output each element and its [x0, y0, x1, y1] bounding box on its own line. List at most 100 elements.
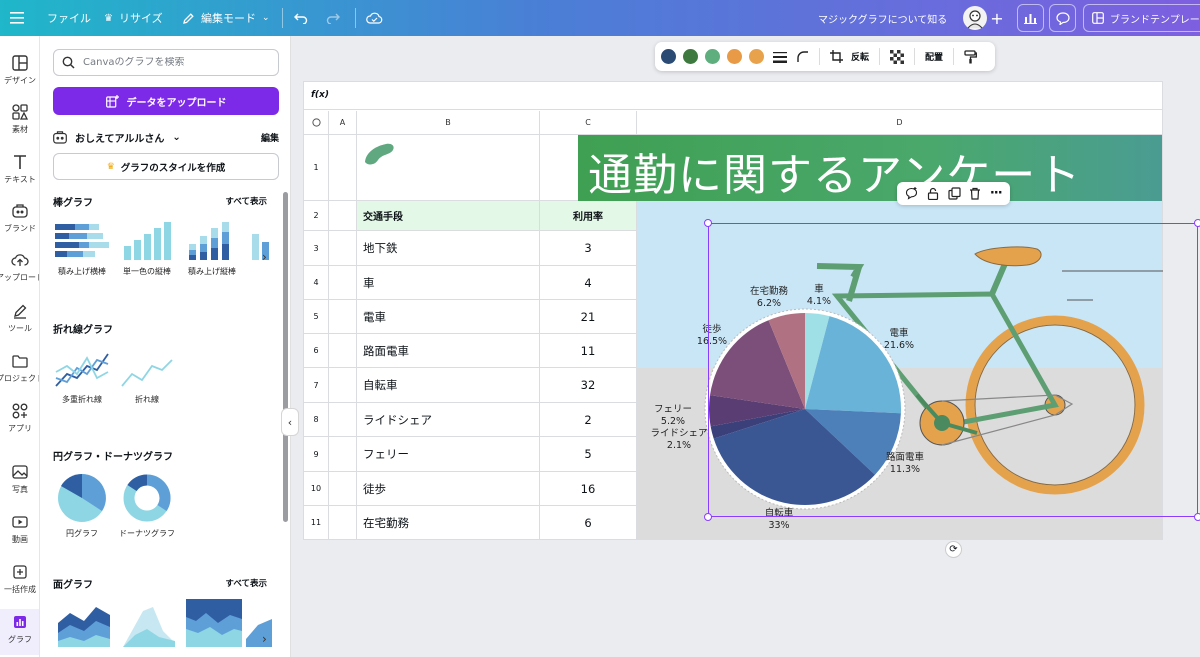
rotate-button[interactable]: ⟳: [945, 541, 962, 558]
panel-scrollbar[interactable]: [283, 192, 288, 522]
line-weight-icon[interactable]: [773, 51, 787, 63]
cell-a[interactable]: [329, 368, 357, 403]
rail-item-bulk-create[interactable]: 一括作成: [0, 559, 39, 605]
more-options-icon[interactable]: ···: [990, 186, 1003, 201]
selection-frame[interactable]: [708, 223, 1198, 517]
arrange-button[interactable]: 配置: [925, 50, 943, 63]
column-header-a[interactable]: A: [329, 111, 357, 135]
formula-bar[interactable]: f(x): [304, 82, 1162, 110]
rail-item-text[interactable]: テキスト: [0, 149, 39, 195]
area-see-all-link[interactable]: すべて表示: [225, 577, 267, 589]
column-header-b[interactable]: B: [357, 111, 540, 135]
brand-template-button[interactable]: ブランドテンプレー: [1083, 4, 1200, 32]
row-header[interactable]: 6: [304, 334, 329, 368]
flip-button[interactable]: 反転: [851, 50, 869, 63]
cell-mode[interactable]: 電車: [357, 300, 540, 334]
cell-mode[interactable]: 地下鉄: [357, 231, 540, 266]
stacked-horizontal-bar-thumb[interactable]: 積み上げ横棒: [51, 220, 113, 277]
cell-a[interactable]: [329, 266, 357, 300]
row-header[interactable]: 9: [304, 437, 329, 472]
header-cell-mode[interactable]: 交通手段: [357, 201, 540, 231]
search-input[interactable]: [83, 57, 273, 68]
header-cell-rate[interactable]: 利用率: [540, 201, 637, 231]
cell-rate[interactable]: 4: [540, 266, 637, 300]
cell-rate[interactable]: 2: [540, 403, 637, 437]
resize-handle[interactable]: [704, 219, 712, 227]
cell-mode[interactable]: フェリー: [357, 437, 540, 472]
trash-icon[interactable]: [969, 187, 981, 200]
add-collaborator-button[interactable]: +: [988, 4, 1006, 32]
rail-item-design[interactable]: デザイン: [0, 50, 39, 96]
single-color-column-thumb[interactable]: 単一色の縦棒: [116, 220, 178, 277]
corner-rounding-icon[interactable]: [797, 50, 809, 63]
cell-rate[interactable]: 32: [540, 368, 637, 403]
cell-a[interactable]: [329, 135, 357, 201]
comment-button[interactable]: [1049, 4, 1076, 32]
cell-a[interactable]: [329, 334, 357, 368]
cell-mode[interactable]: 在宅勤務: [357, 506, 540, 540]
resize-handle[interactable]: [704, 513, 712, 521]
cell-a[interactable]: [329, 437, 357, 472]
edit-mode-menu[interactable]: 編集モード ⌄: [182, 0, 270, 36]
rail-item-elements[interactable]: 素材: [0, 99, 39, 145]
line-thumb[interactable]: 折れ線: [116, 348, 178, 405]
redo-button[interactable]: [326, 0, 340, 36]
resize-handle[interactable]: [1194, 513, 1200, 521]
cell-rate[interactable]: 6: [540, 506, 637, 540]
cell-mode[interactable]: 路面電車: [357, 334, 540, 368]
row-header[interactable]: 1: [304, 135, 329, 201]
cell-rate[interactable]: 3: [540, 231, 637, 266]
color-swatch[interactable]: [683, 49, 698, 64]
cell-mode[interactable]: 車: [357, 266, 540, 300]
title-banner[interactable]: 通勤に関するアンケート: [578, 135, 1162, 201]
search-box[interactable]: [53, 49, 279, 76]
row-header[interactable]: 10: [304, 472, 329, 506]
collapse-panel-button[interactable]: ‹: [281, 408, 299, 436]
cell-rate[interactable]: 16: [540, 472, 637, 506]
row-header[interactable]: 3: [304, 231, 329, 266]
column-header-c[interactable]: C: [540, 111, 637, 135]
chevron-right-icon[interactable]: ›: [262, 632, 267, 646]
cell-a[interactable]: [329, 472, 357, 506]
row-header[interactable]: 2: [304, 201, 329, 231]
chevron-right-icon[interactable]: ›: [262, 250, 267, 264]
cell-a[interactable]: [329, 231, 357, 266]
cell-mode[interactable]: ライドシェア: [357, 403, 540, 437]
column-header-d[interactable]: D: [637, 111, 1162, 135]
row-header[interactable]: 7: [304, 368, 329, 403]
rail-item-photos[interactable]: 写真: [0, 459, 39, 505]
transparency-icon[interactable]: [890, 49, 905, 64]
rail-item-videos[interactable]: 動画: [0, 509, 39, 555]
color-swatch[interactable]: [661, 49, 676, 64]
stacked-column-thumb[interactable]: 積み上げ縦棒: [181, 220, 243, 277]
overlapping-area-thumb[interactable]: [118, 599, 180, 647]
color-swatch[interactable]: [705, 49, 720, 64]
color-swatch[interactable]: [727, 49, 742, 64]
cell-a[interactable]: [329, 403, 357, 437]
more-bar-thumb[interactable]: [248, 220, 272, 262]
chevron-down-icon[interactable]: ⌄: [172, 132, 180, 143]
stacked-area-thumb[interactable]: [53, 599, 115, 647]
rail-item-apps[interactable]: アプリ: [0, 398, 39, 444]
resize-handle[interactable]: [1194, 219, 1200, 227]
rail-item-charts[interactable]: グラフ: [0, 609, 39, 655]
insights-button[interactable]: [1017, 4, 1044, 32]
rail-item-uploads[interactable]: アップロード: [0, 247, 39, 293]
brand-edit-link[interactable]: 編集: [261, 131, 279, 144]
paint-roller-icon[interactable]: [964, 49, 977, 64]
bar-see-all-link[interactable]: すべて表示: [225, 195, 267, 207]
brand-kit-name[interactable]: おしえてアルルさん: [75, 130, 164, 145]
cloud-save-button[interactable]: [366, 0, 383, 36]
step-area-thumb[interactable]: [183, 599, 245, 647]
lock-icon[interactable]: [927, 187, 939, 200]
crop-icon[interactable]: [830, 50, 843, 63]
row-header[interactable]: 8: [304, 403, 329, 437]
rail-item-brand[interactable]: ブランド: [0, 198, 39, 244]
row-header[interactable]: 5: [304, 300, 329, 334]
color-swatch[interactable]: [749, 49, 764, 64]
rail-item-projects[interactable]: プロジェクト: [0, 348, 39, 394]
donut-thumb[interactable]: ドーナツグラフ: [116, 472, 178, 539]
cell-rate[interactable]: 5: [540, 437, 637, 472]
upload-data-button[interactable]: データをアップロード: [53, 87, 279, 115]
resize-menu[interactable]: ♛ リサイズ: [104, 0, 163, 36]
